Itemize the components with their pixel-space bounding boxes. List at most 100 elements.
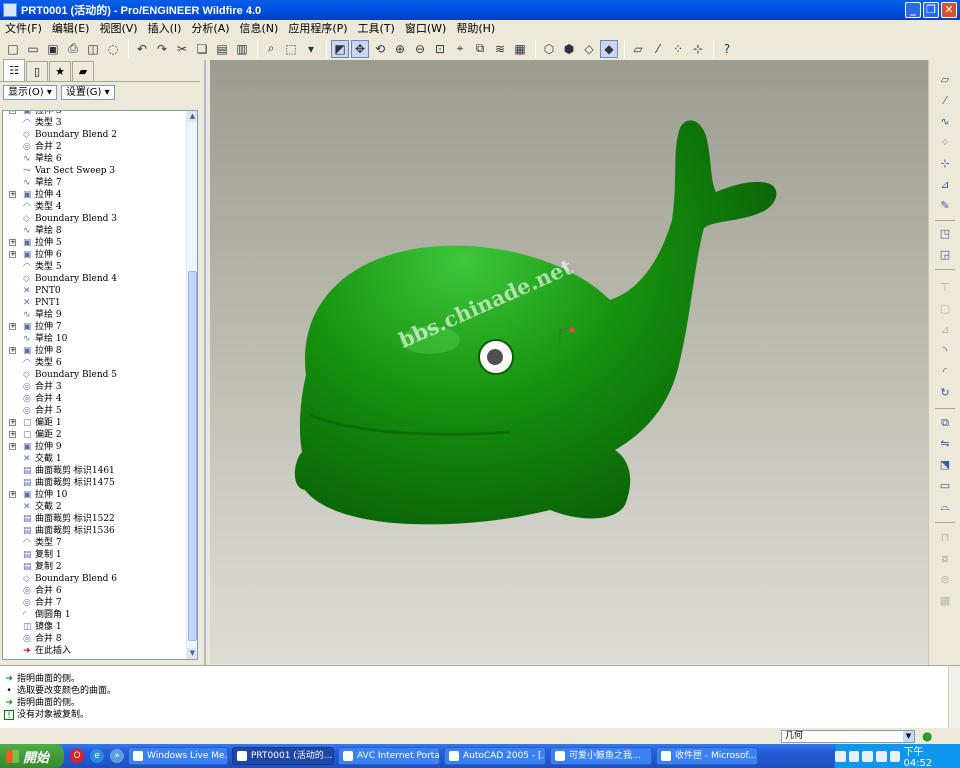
hole-icon[interactable]: ◲	[937, 247, 953, 263]
extend-icon[interactable]: ⌓	[937, 499, 953, 515]
datum-point-icon[interactable]: ⁘	[937, 135, 953, 151]
offset-icon[interactable]: ⧉	[937, 415, 953, 431]
menu-help[interactable]: 帮助(H)	[451, 20, 500, 36]
tree-item[interactable]: + ▣ 拉伸 8	[3, 345, 187, 357]
ie-icon[interactable]: e	[90, 749, 104, 763]
tree-item[interactable]: ◠ 类型 3	[3, 117, 187, 129]
tree-item[interactable]: ◎ 合并 6	[3, 585, 187, 597]
tree-item[interactable]: ⤳ Var Sect Sweep 3	[3, 165, 187, 177]
tree-item[interactable]: ∿ 草绘 8	[3, 225, 187, 237]
tree-item[interactable]: ✕ 交截 2	[3, 501, 187, 513]
redo-icon[interactable]: ↷	[153, 40, 171, 58]
sketch-tool-icon[interactable]: ◳	[937, 226, 953, 242]
tree-item[interactable]: ▤ 曲面裁剪 标识1536	[3, 525, 187, 537]
show-desktop-icon[interactable]: »	[110, 749, 124, 763]
selection-filter[interactable]: 几何 ▼	[781, 730, 915, 743]
tree-item[interactable]: ◫ 镜像 1	[3, 621, 187, 633]
tree-item[interactable]: ✕ 交截 1	[3, 453, 187, 465]
datum-points-icon[interactable]: ⁘	[669, 40, 687, 58]
refit-icon[interactable]: ⊡	[431, 40, 449, 58]
tree-item[interactable]: ◠ 类型 7	[3, 537, 187, 549]
no-hidden-icon[interactable]: ◇	[580, 40, 598, 58]
model-display-icon[interactable]: ▦	[511, 40, 529, 58]
tree-item[interactable]: ◎ 合并 2	[3, 141, 187, 153]
select-dropdown-icon[interactable]: ▾	[302, 40, 320, 58]
tree-item[interactable]: ◎ 合并 3	[3, 381, 187, 393]
draft-icon[interactable]: ⊿	[937, 322, 953, 338]
expand-icon[interactable]: +	[9, 239, 16, 246]
trim-icon[interactable]: ▭	[937, 478, 953, 494]
spin-center-icon[interactable]: ✥	[351, 39, 369, 58]
expand-icon[interactable]: +	[9, 443, 16, 450]
tray-icon[interactable]	[835, 750, 846, 762]
hidden-line-icon[interactable]: ⬢	[560, 40, 578, 58]
menu-insert[interactable]: 插入(I)	[143, 20, 187, 36]
open-icon[interactable]: ▭	[24, 40, 42, 58]
expand-icon[interactable]: +	[9, 111, 16, 114]
datum-curve-icon[interactable]: ∿	[937, 114, 953, 130]
select-box-icon[interactable]: ⬚	[282, 40, 300, 58]
copy-icon[interactable]: ❏	[193, 40, 211, 58]
tree-item[interactable]: + ▣ 拉伸 6	[3, 249, 187, 261]
tree-item[interactable]: + ▣ 拉伸 10	[3, 489, 187, 501]
tray-icon[interactable]	[848, 750, 860, 762]
datum-csys-icon[interactable]: ⊹	[937, 156, 953, 172]
task-avc-portal[interactable]: AVC Internet Portal	[338, 747, 440, 765]
tree-item[interactable]: ▤ 曲面裁剪 标识1475	[3, 477, 187, 489]
shading-icon[interactable]: ◆	[600, 39, 618, 58]
datum-axes-icon[interactable]: ⁄	[649, 40, 667, 58]
tree-item[interactable]: ∿ 草绘 7	[3, 177, 187, 189]
tree-item[interactable]: + ▣ 拉伸 5	[3, 237, 187, 249]
maximize-button[interactable]: ❐	[923, 2, 939, 18]
menu-analysis[interactable]: 分析(A)	[186, 20, 234, 36]
zoom-in-icon[interactable]: ⊕	[391, 40, 409, 58]
group-icon[interactable]: ▦	[937, 593, 953, 609]
tree-scrollbar[interactable]: ▲ ▼	[186, 111, 197, 659]
task-outlook[interactable]: 收件匣 - Microsof...	[656, 747, 758, 765]
new-icon[interactable]: □	[4, 40, 22, 58]
tree-item[interactable]: ✕ PNT0	[3, 285, 187, 297]
tree-item[interactable]: + ▢ 偏距 2	[3, 429, 187, 441]
clock[interactable]: 下午 04:52	[903, 743, 954, 768]
scroll-down-icon[interactable]: ▼	[187, 648, 197, 659]
mirror-icon[interactable]: ⇋	[937, 436, 953, 452]
tree-item[interactable]: + ▣ 拉伸 9	[3, 441, 187, 453]
task-windows-live[interactable]: Windows Live Me...	[128, 747, 228, 765]
tree-item[interactable]: ∿ 草绘 10	[3, 333, 187, 345]
minimize-button[interactable]: _	[905, 2, 921, 18]
cut-icon[interactable]: ✂	[173, 40, 191, 58]
opera-icon[interactable]: O	[70, 749, 84, 763]
tree-item[interactable]: ◎ 合并 5	[3, 405, 187, 417]
tree-item[interactable]: ▤ 复制 2	[3, 561, 187, 573]
graphics-window[interactable]: bbs.chinade.net	[210, 60, 928, 664]
panel-splitter[interactable]	[200, 60, 210, 665]
tree-item[interactable]: ▤ 复制 1	[3, 549, 187, 561]
menu-window[interactable]: 窗口(W)	[400, 20, 451, 36]
paste-icon[interactable]: ▤	[213, 40, 231, 58]
tray-icon[interactable]	[876, 750, 887, 762]
datum-planes-icon[interactable]: ▱	[629, 40, 647, 58]
wireframe-icon[interactable]: ⬡	[540, 40, 558, 58]
zoom-out-icon[interactable]: ⊖	[411, 40, 429, 58]
settings-dropdown[interactable]: 设置(G) ▾	[60, 84, 115, 100]
expand-icon[interactable]: +	[9, 251, 16, 258]
tray-icon[interactable]	[889, 750, 901, 762]
show-dropdown[interactable]: 显示(O) ▾	[3, 84, 57, 100]
favorites-tab-icon[interactable]: ★	[49, 61, 71, 81]
tree-item[interactable]: + ▣ 拉伸 4	[3, 189, 187, 201]
undo-icon[interactable]: ↶	[133, 40, 151, 58]
tree-item[interactable]: ◇ Boundary Blend 6	[3, 573, 187, 585]
task-proe[interactable]: PRT0001 (活动的...	[232, 747, 334, 765]
tree-item[interactable]: ▤ 曲面裁剪 标识1461	[3, 465, 187, 477]
model-tree-tab-icon[interactable]: ☷	[3, 59, 25, 81]
menu-edit[interactable]: 编辑(E)	[47, 20, 95, 36]
expand-icon[interactable]: +	[9, 347, 16, 354]
find-icon[interactable]: ⌕	[262, 40, 280, 58]
style-tool-icon[interactable]: ✎	[937, 198, 953, 214]
tree-item[interactable]: ◠ 类型 5	[3, 261, 187, 273]
expand-icon[interactable]: +	[9, 419, 16, 426]
view-manager-icon[interactable]: ⧉	[471, 40, 489, 58]
pattern-icon[interactable]: ⊚	[937, 572, 953, 588]
layers-tab-icon[interactable]: ▰	[72, 61, 94, 81]
tree-item[interactable]: + ▣ 拉伸 3	[3, 111, 187, 117]
